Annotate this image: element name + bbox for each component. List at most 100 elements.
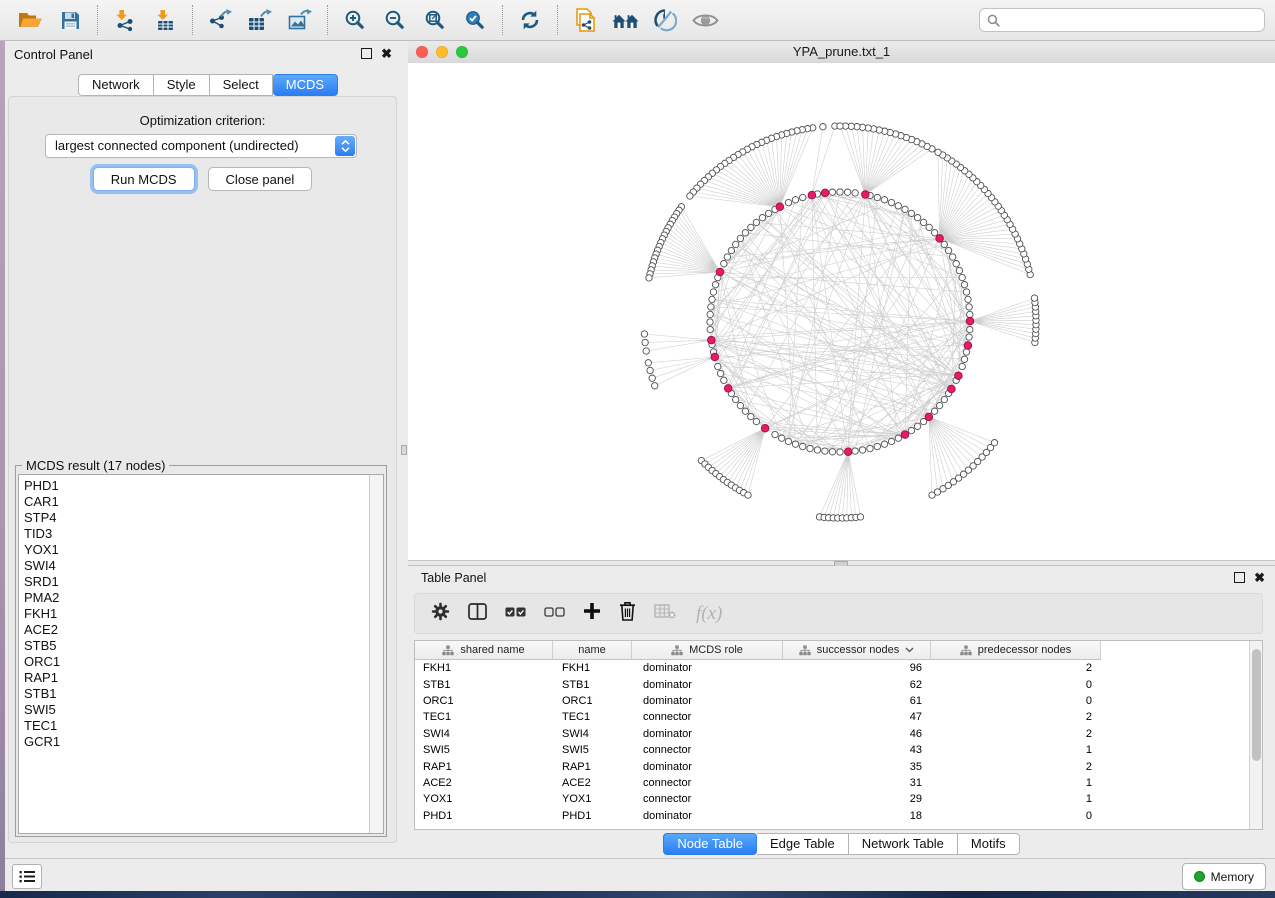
ring-node[interactable] [707,319,713,325]
mcds-result-item[interactable]: TID3 [19,526,369,542]
ring-node[interactable] [926,224,932,230]
ring-node[interactable] [753,219,759,225]
ring-node[interactable] [710,289,716,295]
ring-node[interactable] [949,254,955,260]
show-graphics-details-button[interactable] [685,3,725,37]
dominator-node[interactable] [862,191,870,199]
ring-node[interactable] [967,326,973,332]
float-table-panel-button[interactable] [1234,572,1245,583]
satellite-node[interactable] [820,124,826,130]
column-header-successor-nodes[interactable]: successor nodes [783,641,931,660]
ring-node[interactable] [785,199,791,205]
ring-node[interactable] [888,199,894,205]
dominator-node[interactable] [966,317,974,325]
ring-node[interactable] [712,282,718,288]
ring-node[interactable] [737,235,743,241]
ring-node[interactable] [867,445,873,451]
satellite-node[interactable] [647,367,653,373]
refresh-button[interactable] [510,3,550,37]
network-window-titlebar[interactable]: YPA_prune.txt_1 [408,41,1275,64]
zoom-selected-button[interactable] [455,3,495,37]
ring-node[interactable] [961,282,967,288]
ring-node[interactable] [888,438,894,444]
ring-node[interactable] [963,289,969,295]
memory-button[interactable]: Memory [1182,863,1266,890]
tab-node-table[interactable]: Node Table [663,833,757,855]
ring-node[interactable] [895,203,901,209]
table-scrollbar-thumb[interactable] [1252,649,1261,761]
tab-network-table[interactable]: Network Table [849,833,958,855]
table-row[interactable]: SWI4SWI4dominator462 [415,726,1262,742]
mcds-result-item[interactable]: PMA2 [19,590,369,606]
ring-node[interactable] [800,194,806,200]
dominator-node[interactable] [724,385,732,393]
ring-node[interactable] [807,445,813,451]
ring-node[interactable] [874,443,880,449]
ring-node[interactable] [814,447,820,453]
column-header-shared-name[interactable]: shared name [415,641,553,660]
float-panel-button[interactable] [361,48,372,59]
tab-motifs[interactable]: Motifs [958,833,1020,855]
table-row[interactable]: TEC1TEC1connector472 [415,709,1262,725]
table-row[interactable]: PHD1PHD1dominator180 [415,808,1262,824]
dominator-node[interactable] [964,342,972,350]
ring-node[interactable] [959,363,965,369]
ring-node[interactable] [963,349,969,355]
hide-graphics-details-button[interactable] [645,3,685,37]
dominator-node[interactable] [761,424,769,432]
ring-node[interactable] [837,189,843,195]
export-table-button[interactable] [240,3,280,37]
close-panel-button[interactable]: ✖ [381,48,392,59]
satellite-node[interactable] [935,149,941,155]
table-mode-button[interactable] [431,602,450,626]
satellite-node[interactable] [641,331,647,337]
dominator-node[interactable] [955,372,963,380]
export-network-button[interactable] [200,3,240,37]
table-row[interactable]: RAP1RAP1dominator352 [415,758,1262,774]
ring-node[interactable] [715,363,721,369]
ring-node[interactable] [721,377,727,383]
ring-node[interactable] [765,210,771,216]
ring-node[interactable] [961,356,967,362]
ring-node[interactable] [785,438,791,444]
table-row[interactable]: YOX1YOX1connector291 [415,791,1262,807]
mcds-result-item[interactable]: YOX1 [19,542,369,558]
function-builder-button[interactable]: f(x) [696,603,722,625]
mcds-result-item[interactable]: GCR1 [19,734,369,750]
satellite-node[interactable] [837,123,843,129]
ring-node[interactable] [959,274,965,280]
ring-node[interactable] [966,304,972,310]
table-row[interactable]: STB1STB1dominator620 [415,676,1262,692]
save-session-button[interactable] [50,3,90,37]
ring-node[interactable] [709,296,715,302]
ring-node[interactable] [728,247,734,253]
ring-node[interactable] [822,448,828,454]
ring-node[interactable] [792,197,798,203]
satellite-node[interactable] [687,193,693,199]
tab-network[interactable]: Network [78,74,154,96]
ring-node[interactable] [908,210,914,216]
table-row[interactable]: SWI5SWI5connector431 [415,742,1262,758]
tab-mcds[interactable]: MCDS [273,74,338,96]
task-history-button[interactable] [12,864,42,889]
satellite-node[interactable] [642,339,648,345]
show-columns-button[interactable] [468,603,487,625]
ring-node[interactable] [936,402,942,408]
mcds-result-list[interactable]: PHD1CAR1STP4TID3YOX1SWI4SRD1PMA2FKH1ACE2… [18,474,384,834]
criterion-select[interactable]: largest connected component (undirected) [45,134,357,158]
table-row[interactable]: FKH1FKH1dominator962 [415,660,1262,676]
mcds-result-item[interactable]: TEC1 [19,718,369,734]
ring-node[interactable] [724,254,730,260]
ring-node[interactable] [800,443,806,449]
mcds-result-item[interactable]: CAR1 [19,494,369,510]
mcds-result-item[interactable]: STP4 [19,510,369,526]
ring-node[interactable] [859,447,865,453]
zoom-fit-button[interactable] [415,3,455,37]
satellite-node[interactable] [649,375,655,381]
ring-node[interactable] [721,261,727,267]
satellite-node[interactable] [646,275,652,281]
dominator-node[interactable] [901,431,909,439]
ring-node[interactable] [931,408,937,414]
ring-node[interactable] [902,206,908,212]
deselect-all-button[interactable] [544,605,565,623]
